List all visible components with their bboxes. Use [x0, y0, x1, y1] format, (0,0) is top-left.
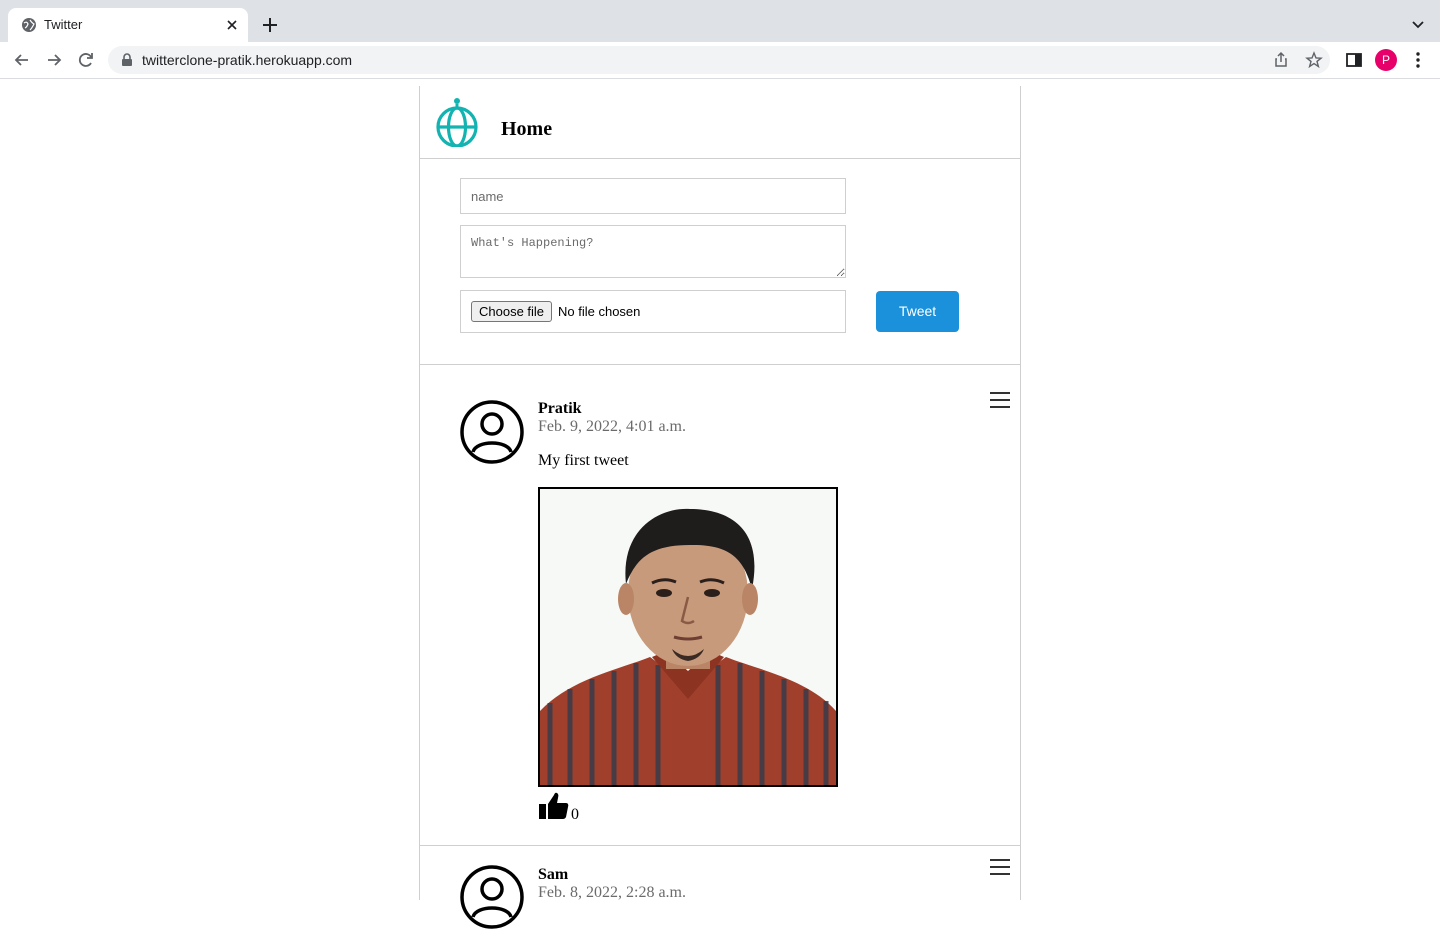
page-title: Home [501, 118, 553, 140]
side-panel-icon[interactable] [1344, 50, 1364, 70]
back-icon[interactable] [12, 50, 32, 70]
globe-logo-icon[interactable] [435, 97, 479, 147]
new-tab-icon[interactable] [260, 15, 280, 35]
tweet-timestamp: Feb. 8, 2022, 2:28 a.m. [538, 884, 686, 901]
forward-icon[interactable] [44, 50, 64, 70]
choose-file-button[interactable]: Choose file [471, 301, 553, 322]
tweet-button[interactable]: Tweet [876, 291, 959, 332]
chevron-down-icon[interactable] [1408, 15, 1428, 35]
thumbs-up-icon[interactable] [538, 790, 570, 822]
profile-avatar[interactable]: P [1375, 49, 1397, 71]
name-input[interactable] [460, 178, 846, 214]
bookmark-star-icon[interactable] [1305, 51, 1323, 69]
tweet-timestamp: Feb. 9, 2022, 4:01 a.m. [538, 418, 686, 435]
address-bar[interactable]: twitterclone-pratik.herokuapp.com [108, 46, 1330, 74]
more-menu-icon[interactable] [1408, 50, 1428, 70]
tweet-textarea[interactable] [460, 225, 846, 278]
user-avatar-icon [460, 865, 524, 929]
reload-icon[interactable] [76, 50, 96, 70]
tweet-text: My first tweet [538, 452, 629, 469]
close-icon[interactable] [224, 17, 240, 33]
tweet-card: Sam Feb. 8, 2022, 2:28 a.m. [420, 846, 1020, 929]
hamburger-menu-icon[interactable] [989, 391, 1011, 409]
tweet-card: Pratik Feb. 9, 2022, 4:01 a.m. My first … [420, 365, 1020, 846]
person-photo-illustration [540, 489, 836, 785]
tab-title: Twitter [44, 17, 83, 32]
browser-toolbar: twitterclone-pratik.herokuapp.com P [0, 42, 1440, 79]
url-text: twitterclone-pratik.herokuapp.com [142, 52, 353, 68]
globe-icon [22, 18, 36, 32]
file-upload-field: Choose file No file chosen [460, 290, 846, 333]
browser-tabstrip: Twitter [0, 0, 1440, 42]
lock-icon [122, 53, 132, 66]
tweet-image[interactable] [538, 487, 838, 787]
tweet-author: Pratik [538, 400, 582, 417]
page-container: Home Choose file No file chosen Tweet Pr… [419, 86, 1021, 929]
like-count: 0 [571, 806, 579, 823]
share-icon[interactable] [1272, 51, 1290, 69]
browser-tab[interactable]: Twitter [8, 8, 248, 42]
tweet-author: Sam [538, 866, 569, 883]
page-header: Home [420, 86, 1020, 159]
user-avatar-icon [460, 400, 524, 464]
file-status-text: No file chosen [558, 304, 641, 319]
hamburger-menu-icon[interactable] [989, 858, 1011, 876]
compose-form: Choose file No file chosen Tweet [420, 158, 1020, 365]
